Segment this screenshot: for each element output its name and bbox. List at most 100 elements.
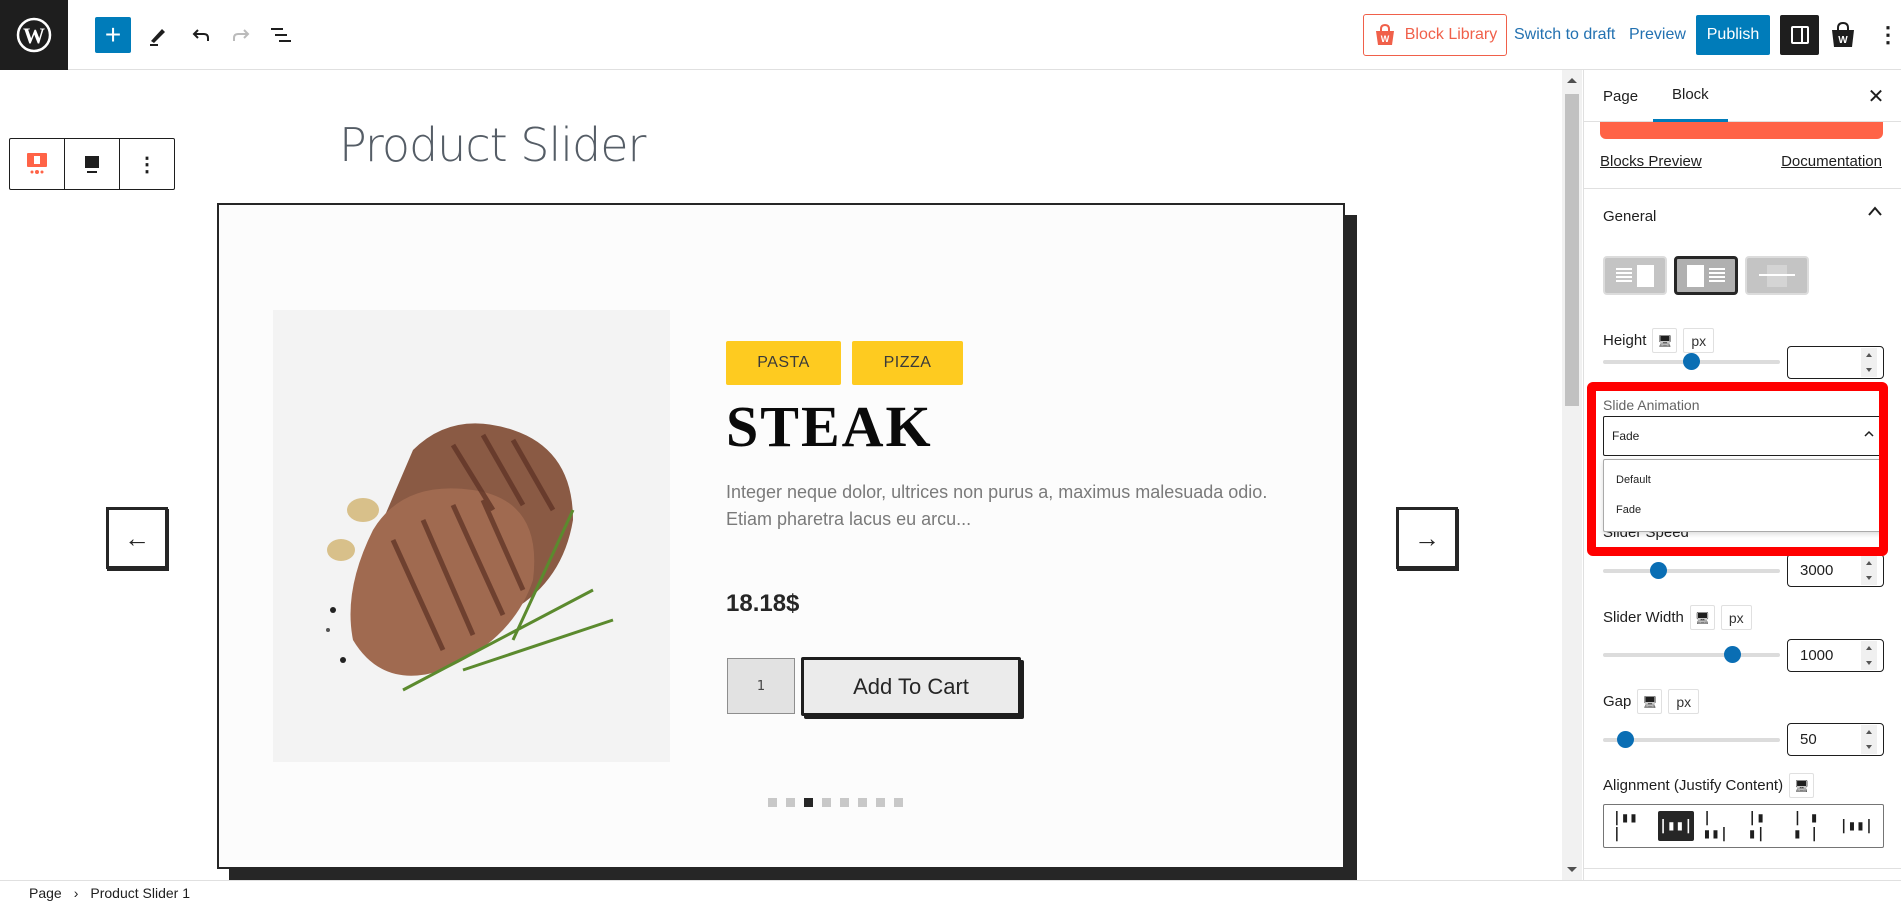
gap-input[interactable]: 50 bbox=[1787, 723, 1884, 756]
unit-selector[interactable]: px bbox=[1683, 328, 1715, 353]
slider-speed-input[interactable]: 3000 bbox=[1787, 554, 1884, 587]
chevron-right-icon: › bbox=[73, 885, 79, 901]
unit-selector[interactable]: px bbox=[1668, 689, 1700, 714]
settings-toggle-button[interactable] bbox=[1780, 15, 1819, 55]
height-label: Height bbox=[1603, 332, 1647, 349]
product-description: Integer neque dolor, ultrices non purus … bbox=[726, 482, 1268, 529]
layout-option-image-right[interactable] bbox=[1603, 256, 1667, 295]
overlay-layout-icon bbox=[1759, 264, 1795, 287]
product-shirt-icon bbox=[1687, 264, 1704, 287]
switch-to-draft-button[interactable]: Switch to draft bbox=[1514, 14, 1615, 56]
add-to-cart-button[interactable]: Add To Cart bbox=[801, 657, 1021, 716]
slider-width-slider[interactable] bbox=[1603, 646, 1780, 663]
number-spinner[interactable] bbox=[1861, 348, 1877, 377]
pagination-dot[interactable] bbox=[786, 798, 795, 807]
desktop-icon[interactable]: 🖥 bbox=[1637, 689, 1663, 714]
arrow-right-icon: → bbox=[1414, 522, 1440, 553]
block-library-label: Block Library bbox=[1404, 26, 1498, 43]
slider-next-button[interactable]: → bbox=[1396, 507, 1458, 569]
pagination-dot[interactable] bbox=[840, 798, 849, 807]
slider-thumb[interactable] bbox=[1650, 562, 1667, 579]
align-space-evenly-button[interactable]: |▮▮| bbox=[1838, 811, 1874, 841]
pagination-dot[interactable] bbox=[768, 798, 777, 807]
layout-option-image-left[interactable] bbox=[1674, 256, 1738, 295]
height-slider[interactable] bbox=[1603, 353, 1780, 370]
canvas-scrollbar[interactable] bbox=[1562, 70, 1582, 880]
category-tag[interactable]: PASTA bbox=[726, 341, 841, 385]
product-shirt-icon bbox=[1637, 264, 1654, 287]
slider-thumb[interactable] bbox=[1617, 731, 1634, 748]
add-block-button[interactable]: + bbox=[95, 17, 131, 53]
tab-page[interactable]: Page bbox=[1584, 70, 1657, 122]
number-spinner[interactable] bbox=[1861, 725, 1877, 754]
quantity-input[interactable]: 1 bbox=[727, 658, 795, 714]
product-slider-block-icon bbox=[27, 153, 47, 174]
height-input[interactable] bbox=[1787, 346, 1884, 379]
product-title[interactable]: STEAK bbox=[726, 393, 933, 460]
breadcrumb-item-block[interactable]: Product Slider 1 bbox=[90, 885, 190, 901]
desktop-icon[interactable]: 🖥 bbox=[1689, 605, 1715, 630]
block-options-button[interactable]: ⋮ bbox=[120, 139, 174, 189]
breadcrumb: Page › Product Slider 1 bbox=[0, 880, 1901, 905]
scroll-up-arrow-icon[interactable] bbox=[1567, 78, 1577, 83]
wordpress-logo-button[interactable]: W bbox=[0, 0, 68, 70]
redo-button[interactable] bbox=[223, 17, 259, 53]
align-space-between-button[interactable]: |▮ ▮| bbox=[1748, 810, 1784, 842]
pagination-dot[interactable] bbox=[858, 798, 867, 807]
slider-thumb[interactable] bbox=[1724, 646, 1741, 663]
arrow-left-icon: ← bbox=[124, 522, 150, 553]
slider-pagination bbox=[768, 798, 903, 807]
unit-selector[interactable]: px bbox=[1720, 605, 1752, 630]
breadcrumb-item-page[interactable]: Page bbox=[29, 885, 62, 901]
preview-button[interactable]: Preview bbox=[1629, 14, 1686, 56]
slider-speed-slider[interactable] bbox=[1603, 562, 1780, 579]
documentation-link[interactable]: Documentation bbox=[1781, 153, 1882, 170]
general-panel-title[interactable]: General bbox=[1603, 208, 1656, 225]
alignment-label: Alignment (Justify Content) bbox=[1603, 777, 1784, 794]
tab-block[interactable]: Block bbox=[1653, 70, 1728, 122]
device-preview-button[interactable] bbox=[65, 139, 120, 189]
product-image bbox=[273, 310, 670, 762]
category-tag[interactable]: PIZZA bbox=[852, 341, 963, 385]
desktop-icon[interactable]: 🖥 bbox=[1652, 328, 1678, 353]
block-library-button[interactable]: W Block Library bbox=[1363, 14, 1507, 56]
undo-button[interactable] bbox=[183, 17, 219, 53]
scrollbar-thumb[interactable] bbox=[1565, 94, 1579, 406]
document-overview-button[interactable] bbox=[263, 17, 299, 53]
layout-option-image-overlay[interactable] bbox=[1745, 256, 1809, 295]
edit-tool-button[interactable] bbox=[140, 17, 176, 53]
plugin-shop-button[interactable]: W bbox=[1825, 15, 1861, 55]
pagination-dot[interactable] bbox=[822, 798, 831, 807]
page-title[interactable]: Product Slider bbox=[339, 118, 646, 172]
pagination-dot[interactable] bbox=[876, 798, 885, 807]
block-type-button[interactable] bbox=[10, 139, 65, 189]
number-spinner[interactable] bbox=[1861, 641, 1877, 670]
sidebar-panel-icon bbox=[1790, 26, 1809, 44]
svg-text:W: W bbox=[1838, 35, 1848, 46]
pagination-dot[interactable] bbox=[894, 798, 903, 807]
pagination-dot[interactable] bbox=[804, 798, 813, 807]
close-sidebar-button[interactable]: ✕ bbox=[1864, 84, 1888, 108]
blocks-preview-link[interactable]: Blocks Preview bbox=[1600, 153, 1702, 170]
publish-button[interactable]: Publish bbox=[1696, 15, 1770, 55]
gap-slider[interactable] bbox=[1603, 731, 1780, 748]
align-space-around-button[interactable]: | ▮ ▮ | bbox=[1793, 810, 1829, 842]
close-icon: ✕ bbox=[1867, 85, 1885, 108]
block-toolbar: ⋮ bbox=[9, 138, 175, 190]
scroll-down-arrow-icon[interactable] bbox=[1567, 867, 1577, 872]
pencil-icon bbox=[150, 29, 165, 46]
slider-width-input[interactable]: 1000 bbox=[1787, 639, 1884, 672]
slider-prev-button[interactable]: ← bbox=[106, 507, 168, 569]
align-center-button[interactable]: |▮▮| bbox=[1657, 811, 1694, 841]
list-view-icon bbox=[271, 28, 291, 42]
settings-sidebar: Page Block ✕ Blocks Preview Documentatio… bbox=[1583, 70, 1901, 880]
desktop-icon[interactable]: 🖥 bbox=[1789, 773, 1815, 798]
chevron-up-icon[interactable] bbox=[1867, 204, 1883, 222]
number-spinner[interactable] bbox=[1861, 556, 1877, 585]
slider-thumb[interactable] bbox=[1683, 353, 1700, 370]
gap-value: 50 bbox=[1800, 731, 1817, 748]
options-menu-button[interactable]: ⋮ bbox=[1877, 15, 1899, 55]
align-start-button[interactable]: |▮▮ | bbox=[1613, 810, 1649, 842]
shopping-bag-icon: W bbox=[1375, 23, 1394, 45]
align-end-button[interactable]: | ▮▮| bbox=[1703, 810, 1739, 842]
